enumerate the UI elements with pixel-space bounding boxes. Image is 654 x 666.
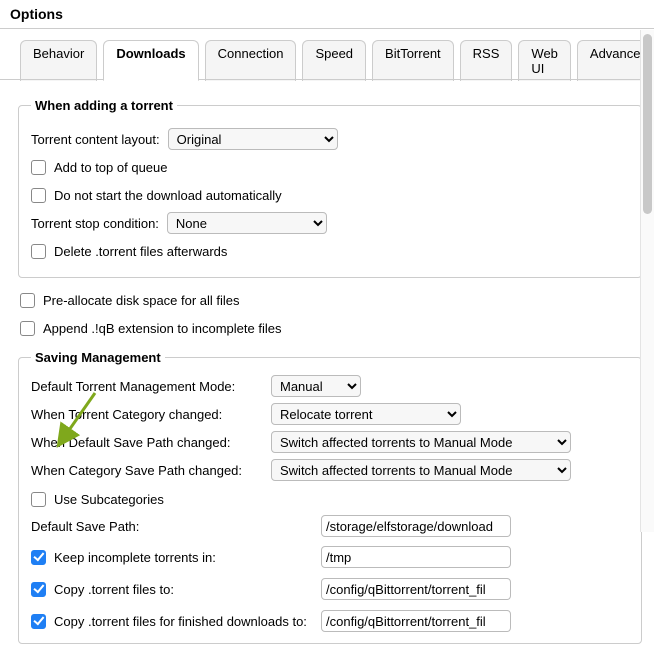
keep-incomplete-label: Keep incomplete torrents in: — [54, 550, 216, 565]
downloads-panel: When adding a torrent Torrent content la… — [0, 80, 654, 666]
mgmt-mode-label: Default Torrent Management Mode: — [31, 379, 261, 394]
copy-finished-label: Copy .torrent files for finished downloa… — [54, 614, 307, 629]
content-layout-label: Torrent content layout: — [31, 132, 160, 147]
use-subcats-label: Use Subcategories — [54, 492, 164, 507]
prealloc-checkbox[interactable] — [20, 293, 35, 308]
use-subcats-checkbox[interactable] — [31, 492, 46, 507]
mgmt-mode-select[interactable]: Manual — [271, 375, 361, 397]
scrollbar-thumb[interactable] — [643, 34, 652, 214]
add-top-label: Add to top of queue — [54, 160, 167, 175]
group-saving-legend: Saving Management — [31, 350, 165, 365]
no-auto-start-checkbox[interactable] — [31, 188, 46, 203]
default-path-changed-label: When Default Save Path changed: — [31, 435, 261, 450]
copy-finished-input[interactable] — [321, 610, 511, 632]
append-qb-label: Append .!qB extension to incomplete file… — [43, 321, 281, 336]
delete-torrent-label: Delete .torrent files afterwards — [54, 244, 227, 259]
content-layout-select[interactable]: Original — [168, 128, 338, 150]
cat-path-changed-label: When Category Save Path changed: — [31, 463, 261, 478]
cat-path-changed-select[interactable]: Switch affected torrents to Manual Mode — [271, 459, 571, 481]
delete-torrent-checkbox[interactable] — [31, 244, 46, 259]
cat-changed-label: When Torrent Category changed: — [31, 407, 261, 422]
default-path-changed-select[interactable]: Switch affected torrents to Manual Mode — [271, 431, 571, 453]
group-adding-legend: When adding a torrent — [31, 98, 177, 113]
tab-rss[interactable]: RSS — [460, 40, 513, 81]
stop-condition-select[interactable]: None — [167, 212, 327, 234]
copy-finished-checkbox[interactable] — [31, 614, 46, 629]
no-auto-start-label: Do not start the download automatically — [54, 188, 282, 203]
keep-incomplete-checkbox[interactable] — [31, 550, 46, 565]
tab-downloads[interactable]: Downloads — [103, 40, 198, 81]
tab-bittorrent[interactable]: BitTorrent — [372, 40, 454, 81]
tab-webui[interactable]: Web UI — [518, 40, 571, 81]
vertical-scrollbar[interactable] — [640, 30, 654, 532]
append-qb-checkbox[interactable] — [20, 321, 35, 336]
cat-changed-select[interactable]: Relocate torrent — [271, 403, 461, 425]
tab-speed[interactable]: Speed — [302, 40, 366, 81]
keep-incomplete-input[interactable] — [321, 546, 511, 568]
add-top-checkbox[interactable] — [31, 160, 46, 175]
window-title: Options — [0, 0, 654, 29]
group-adding-torrent: When adding a torrent Torrent content la… — [18, 98, 642, 278]
tabs-bar: Behavior Downloads Connection Speed BitT… — [0, 29, 654, 80]
stop-condition-label: Torrent stop condition: — [31, 216, 159, 231]
default-save-path-input[interactable] — [321, 515, 511, 537]
prealloc-label: Pre-allocate disk space for all files — [43, 293, 240, 308]
copy-torrent-label: Copy .torrent files to: — [54, 582, 174, 597]
copy-torrent-checkbox[interactable] — [31, 582, 46, 597]
copy-torrent-input[interactable] — [321, 578, 511, 600]
tab-behavior[interactable]: Behavior — [20, 40, 97, 81]
default-save-path-label: Default Save Path: — [31, 519, 311, 534]
group-saving-management: Saving Management Default Torrent Manage… — [18, 350, 642, 644]
tab-connection[interactable]: Connection — [205, 40, 297, 81]
